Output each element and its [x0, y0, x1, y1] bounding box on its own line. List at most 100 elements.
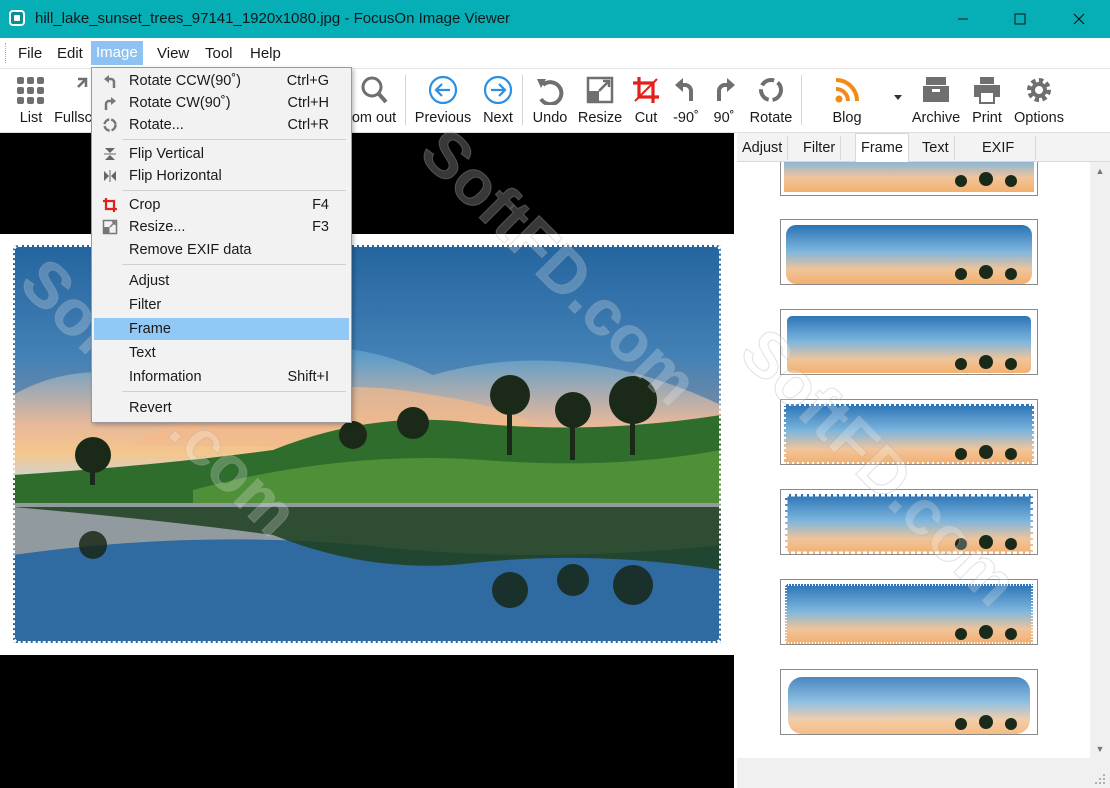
undo-label: Undo — [532, 110, 568, 126]
printer-icon — [974, 77, 1000, 104]
frame-preview-image — [782, 402, 1036, 466]
list-button[interactable]: List — [12, 69, 50, 132]
menu-item-crop[interactable]: Crop F4 — [94, 194, 349, 216]
cut-button[interactable]: Cut — [630, 69, 662, 132]
previous-label: Previous — [414, 110, 472, 126]
image-menu: Rotate CCW(90˚) Ctrl+G Rotate CW(90˚) Ctrl… — [91, 67, 352, 423]
menu-item-flip-horizontal[interactable]: Flip Horizontal — [94, 165, 349, 187]
minimize-button[interactable] — [940, 0, 986, 38]
close-button[interactable] — [1056, 0, 1102, 38]
menu-item-remove-exif[interactable]: Remove EXIF data — [94, 239, 349, 261]
menu-item-rotate[interactable]: Rotate... Ctrl+R — [94, 114, 349, 136]
app-icon — [9, 10, 25, 26]
menu-item-text[interactable]: Text — [94, 342, 349, 364]
rotate-button[interactable]: Rotate — [746, 69, 796, 132]
frame-preview-image — [788, 677, 1030, 734]
arrow-right-icon — [483, 75, 513, 105]
rotate-label: Rotate — [749, 110, 793, 126]
maximize-icon — [1014, 13, 1026, 25]
frame-preview-image — [783, 582, 1035, 646]
menu-help[interactable]: Help — [245, 44, 286, 64]
rotate-ccw-icon — [104, 75, 116, 88]
previous-button[interactable]: Previous — [414, 69, 472, 132]
maximize-button[interactable] — [997, 0, 1043, 38]
tab-exif[interactable]: EXIF — [977, 136, 1036, 160]
scroll-up-icon[interactable]: ▲ — [1090, 162, 1110, 180]
rotate-icon — [103, 118, 117, 132]
rotate-right-icon — [717, 78, 735, 101]
menu-item-revert[interactable]: Revert — [94, 397, 349, 419]
toolbar-separator — [405, 75, 406, 125]
close-icon — [1073, 13, 1085, 25]
title-bar: hill_lake_sunset_trees_97141_1920x1080.j… — [0, 0, 1110, 38]
frame-thumbnail[interactable] — [780, 309, 1038, 375]
frame-preview-image — [782, 491, 1036, 557]
cut-label: Cut — [634, 110, 658, 126]
menu-item-frame[interactable]: Frame — [94, 318, 349, 340]
blog-dropdown[interactable] — [890, 69, 906, 132]
menu-item-rotate-ccw[interactable]: Rotate CCW(90˚) Ctrl+G — [94, 70, 349, 92]
menu-separator — [122, 139, 346, 140]
zoom-out-button[interactable]: om out — [348, 69, 400, 132]
undo-button[interactable]: Undo — [530, 69, 570, 132]
archive-icon — [923, 77, 949, 102]
frame-thumbnail[interactable] — [780, 162, 1038, 196]
menu-separator — [122, 190, 346, 191]
tab-text[interactable]: Text — [917, 136, 955, 160]
menu-tool[interactable]: Tool — [200, 44, 238, 64]
crop-icon — [633, 77, 659, 103]
rotate-icon — [759, 78, 783, 102]
options-label: Options — [1014, 110, 1064, 126]
frame-list — [737, 162, 1090, 758]
minimize-icon — [958, 18, 968, 20]
menu-item-filter[interactable]: Filter — [94, 294, 349, 316]
window-title: hill_lake_sunset_trees_97141_1920x1080.j… — [35, 10, 511, 27]
resize-grip-icon[interactable] — [1094, 773, 1106, 785]
frame-thumbnail[interactable] — [780, 399, 1038, 466]
resize-button[interactable]: Resize — [578, 69, 622, 132]
rss-icon — [835, 78, 859, 103]
options-button[interactable]: Options — [1012, 69, 1066, 132]
next-button[interactable]: Next — [480, 69, 516, 132]
frame-preview-image — [786, 225, 1032, 284]
archive-label: Archive — [911, 110, 961, 126]
flip-horizontal-icon — [104, 170, 116, 182]
tab-adjust[interactable]: Adjust — [737, 136, 789, 160]
crop-icon — [103, 198, 117, 212]
menu-view[interactable]: View — [152, 44, 194, 64]
menu-item-flip-vertical[interactable]: Flip Vertical — [94, 143, 349, 165]
list-label: List — [19, 110, 43, 126]
rotate-left-icon — [675, 78, 693, 101]
rotate-left-button[interactable]: -90˚ — [669, 69, 703, 132]
menu-item-adjust[interactable]: Adjust — [94, 270, 349, 292]
menu-file[interactable]: File — [13, 44, 47, 64]
fullscreen-button[interactable]: Fullsc — [55, 69, 91, 132]
fullscreen-icon — [77, 77, 88, 88]
frame-thumbnail[interactable] — [780, 219, 1038, 285]
menu-image[interactable]: Image — [91, 41, 143, 65]
arrow-left-icon — [428, 75, 458, 105]
archive-button[interactable]: Archive — [910, 69, 962, 132]
frame-preview-image — [785, 314, 1033, 375]
frame-thumbnail[interactable] — [780, 579, 1038, 646]
side-panel-scrollbar[interactable]: ▲ ▼ — [1090, 162, 1110, 758]
gear-icon — [1027, 78, 1051, 102]
frame-thumbnail[interactable] — [780, 669, 1038, 735]
toolbar-separator — [522, 75, 523, 125]
tab-filter[interactable]: Filter — [798, 136, 842, 160]
frame-thumbnail[interactable] — [780, 489, 1038, 557]
resize-label: Resize — [577, 110, 623, 126]
menu-edit[interactable]: Edit — [52, 44, 88, 64]
menu-item-rotate-cw[interactable]: Rotate CW(90˚) Ctrl+H — [94, 92, 349, 114]
menu-item-information[interactable]: Information Shift+I — [94, 366, 349, 388]
print-button[interactable]: Print — [970, 69, 1004, 132]
tab-frame[interactable]: Frame — [855, 133, 909, 162]
blog-button[interactable]: Blog — [826, 69, 868, 132]
scroll-down-icon[interactable]: ▼ — [1090, 740, 1110, 758]
menu-item-resize[interactable]: Resize... F3 — [94, 216, 349, 238]
rotate-left-label: -90˚ — [673, 110, 699, 126]
rotate-right-label: 90˚ — [713, 110, 735, 126]
menu-grip — [5, 43, 8, 63]
rotate-right-button[interactable]: 90˚ — [708, 69, 740, 132]
zoom-out-label: om out — [351, 110, 397, 126]
